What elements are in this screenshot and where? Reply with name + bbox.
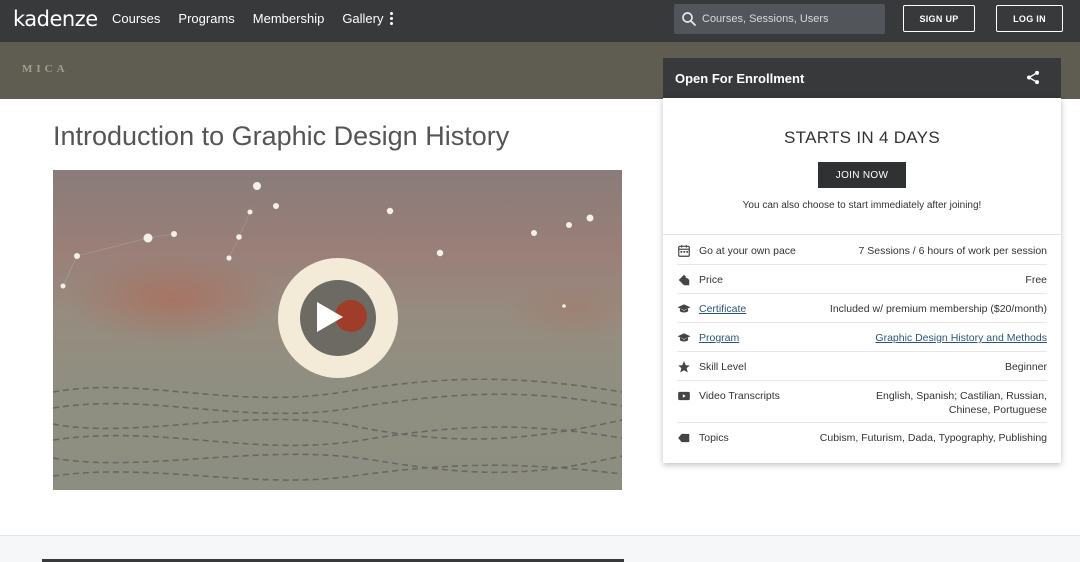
video-icon	[678, 391, 690, 401]
share-icon[interactable]	[1025, 69, 1041, 86]
label-icon	[678, 433, 690, 443]
video-thumbnail	[53, 182, 622, 481]
mortarboard-icon	[677, 304, 691, 313]
star-icon	[678, 361, 690, 373]
nav-link-courses[interactable]: Courses	[112, 11, 160, 26]
search-icon[interactable]	[680, 10, 698, 28]
detail-label: Video Transcripts	[699, 390, 780, 402]
course-details-list: Go at your own pace 7 Sessions / 6 hours…	[677, 236, 1047, 451]
starts-countdown: STARTS IN 4 DAYS	[784, 128, 940, 147]
program-link[interactable]: Program	[699, 332, 739, 344]
detail-row-topics: Topics Cubism, Futurism, Dada, Typograph…	[677, 423, 1047, 451]
search-box	[674, 4, 885, 34]
enrollment-header: Open For Enrollment	[663, 58, 1061, 98]
top-nav: kadenze Courses Programs Membership Gall…	[0, 0, 1080, 42]
detail-row-pace: Go at your own pace 7 Sessions / 6 hours…	[677, 236, 1047, 265]
main-nav-links: Courses Programs Membership Gallery	[112, 11, 402, 26]
page-title: Introduction to Graphic Design History	[53, 121, 510, 151]
enrollment-card: STARTS IN 4 DAYS JOIN NOW You can also c…	[663, 98, 1061, 463]
search-input[interactable]	[702, 11, 877, 27]
detail-value: Cubism, Futurism, Dada, Typography, Publ…	[819, 432, 1047, 444]
detail-row-skill: Skill Level Beginner	[677, 352, 1047, 381]
detail-value: Free	[1025, 274, 1047, 286]
program-name-link[interactable]: Graphic Design History and Methods	[875, 331, 1047, 345]
detail-value: Beginner	[1004, 361, 1047, 373]
kadenze-logo[interactable]: kadenze	[13, 7, 98, 31]
detail-row-transcripts: Video Transcripts English, Spanish; Cast…	[677, 381, 1047, 423]
sign-up-button[interactable]: SIGN UP	[903, 5, 975, 32]
enrollment-status: Open For Enrollment	[675, 71, 805, 86]
detail-value: Included w/ premium membership ($20/mont…	[829, 303, 1047, 315]
detail-label: Topics	[699, 432, 729, 444]
nav-link-gallery[interactable]: Gallery	[342, 11, 383, 26]
tag-icon	[678, 274, 690, 286]
detail-label: Go at your own pace	[699, 245, 796, 257]
calendar-icon	[678, 245, 690, 257]
detail-row-price: Price Free	[677, 265, 1047, 294]
detail-row-program: Program Graphic Design History and Metho…	[677, 323, 1047, 352]
institution-logo[interactable]: MICA	[22, 63, 69, 75]
certificate-link[interactable]: Certificate	[699, 303, 746, 315]
detail-value: English, Spanish; Castilian, Russian, Ch…	[875, 390, 1047, 416]
course-video-player[interactable]	[53, 170, 622, 490]
start-note: You can also choose to start immediately…	[742, 200, 982, 211]
detail-value: 7 Sessions / 6 hours of work per session	[858, 245, 1047, 257]
detail-label: Skill Level	[699, 361, 747, 373]
nav-link-programs[interactable]: Programs	[178, 11, 234, 26]
detail-row-certificate: Certificate Included w/ premium membersh…	[677, 294, 1047, 323]
more-vertical-icon[interactable]	[385, 11, 397, 29]
divider	[663, 234, 1061, 235]
nav-link-membership[interactable]: Membership	[253, 11, 325, 26]
detail-label: Price	[699, 274, 723, 286]
join-now-button[interactable]: JOIN NOW	[818, 162, 906, 188]
mortarboard-icon	[677, 333, 691, 342]
log-in-button[interactable]: LOG IN	[996, 5, 1063, 32]
